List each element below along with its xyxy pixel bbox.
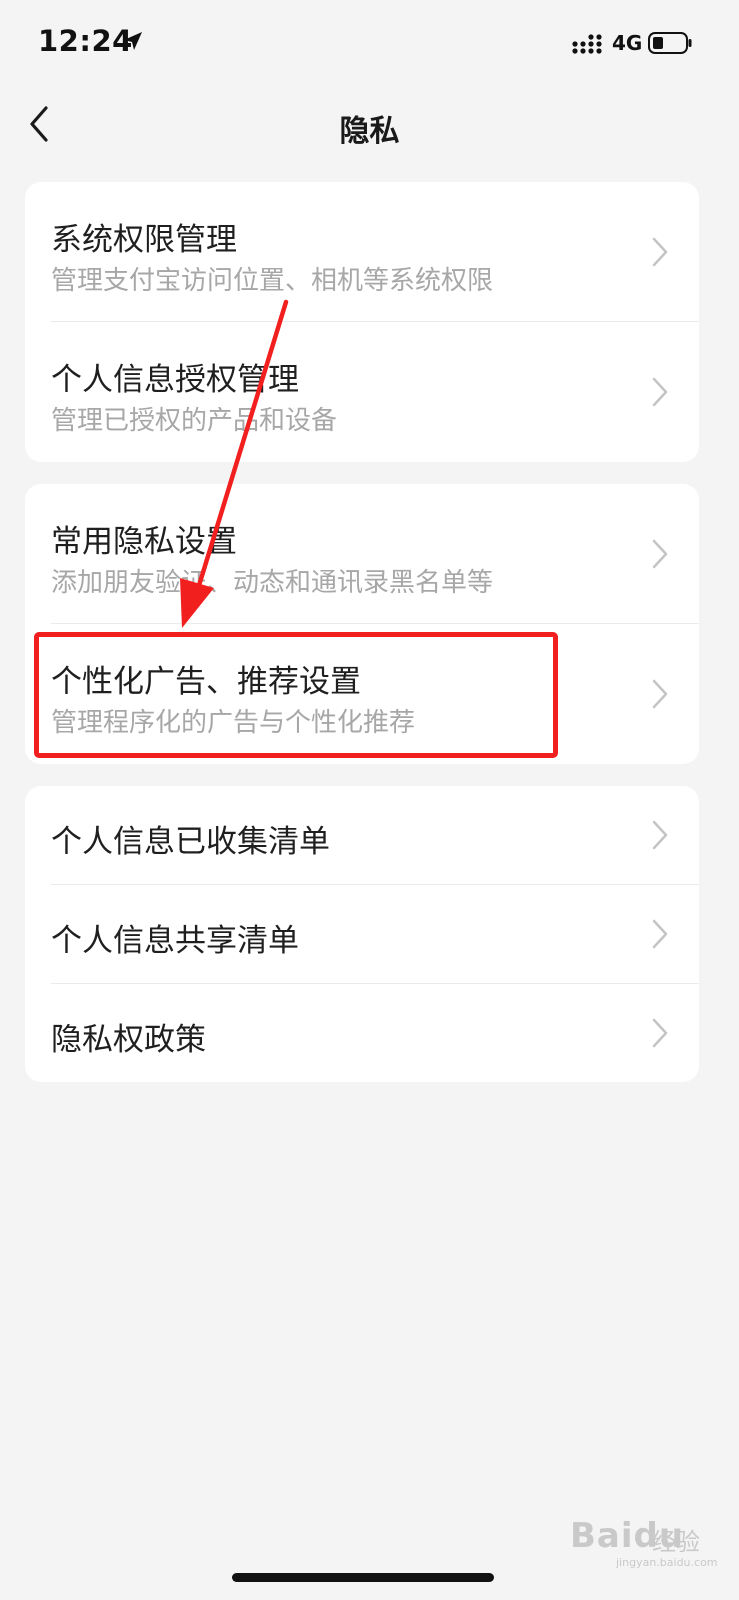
chevron-right-icon xyxy=(652,919,668,949)
list-item-common-privacy-settings[interactable]: 常用隐私设置 添加朋友验证、动态和通讯录黑名单等 xyxy=(25,484,699,624)
list-item-system-permissions[interactable]: 系统权限管理 管理支付宝访问位置、相机等系统权限 xyxy=(25,182,699,322)
navigation-bar: 隐私 xyxy=(0,90,739,160)
chevron-right-icon xyxy=(652,237,668,267)
item-title: 个人信息授权管理 xyxy=(51,362,299,398)
chevron-right-icon xyxy=(652,1018,668,1048)
list-item-shared-info-list[interactable]: 个人信息共享清单 xyxy=(25,885,699,984)
chevron-right-icon xyxy=(652,820,668,850)
chevron-right-icon xyxy=(652,679,668,709)
item-title: 个人信息已收集清单 xyxy=(51,824,330,860)
watermark-url: jingyan.baidu.com xyxy=(616,1556,718,1569)
signal-icon xyxy=(572,34,602,54)
item-title: 个性化广告、推荐设置 xyxy=(51,664,361,700)
list-item-privacy-policy[interactable]: 隐私权政策 xyxy=(25,984,699,1082)
status-bar: 12:24 4G xyxy=(0,0,739,90)
page-title: 隐私 xyxy=(339,114,400,149)
item-subtitle: 管理支付宝访问位置、相机等系统权限 xyxy=(51,266,494,296)
list-item-collected-info-list[interactable]: 个人信息已收集清单 xyxy=(25,786,699,885)
home-indicator xyxy=(232,1573,494,1582)
settings-group-permissions: 系统权限管理 管理支付宝访问位置、相机等系统权限 个人信息授权管理 管理已授权的… xyxy=(25,182,699,462)
item-title: 常用隐私设置 xyxy=(51,524,237,560)
baidu-jingyan-watermark: Baidu 经验 jingyan.baidu.com xyxy=(556,1508,718,1569)
item-subtitle: 管理程序化的广告与个性化推荐 xyxy=(51,708,416,738)
chevron-right-icon xyxy=(652,377,668,407)
item-subtitle: 添加朋友验证、动态和通讯录黑名单等 xyxy=(51,568,494,598)
battery-icon xyxy=(648,32,692,54)
status-time: 12:24 xyxy=(38,24,133,58)
item-title: 隐私权政策 xyxy=(51,1022,206,1058)
chevron-right-icon xyxy=(652,539,668,569)
watermark-brand-cn: 经验 xyxy=(652,1528,700,1556)
location-arrow-icon xyxy=(124,32,142,50)
item-title: 个人信息共享清单 xyxy=(51,923,299,959)
settings-group-info-lists: 个人信息已收集清单 个人信息共享清单 隐私权政策 xyxy=(25,786,699,1082)
list-item-personal-info-authorization[interactable]: 个人信息授权管理 管理已授权的产品和设备 xyxy=(25,322,699,462)
network-type: 4G xyxy=(612,31,643,55)
item-subtitle: 管理已授权的产品和设备 xyxy=(51,406,338,436)
item-title: 系统权限管理 xyxy=(51,222,237,258)
settings-group-privacy: 常用隐私设置 添加朋友验证、动态和通讯录黑名单等 个性化广告、推荐设置 管理程序… xyxy=(25,484,699,764)
list-item-personalized-ads-settings[interactable]: 个性化广告、推荐设置 管理程序化的广告与个性化推荐 xyxy=(25,624,699,764)
